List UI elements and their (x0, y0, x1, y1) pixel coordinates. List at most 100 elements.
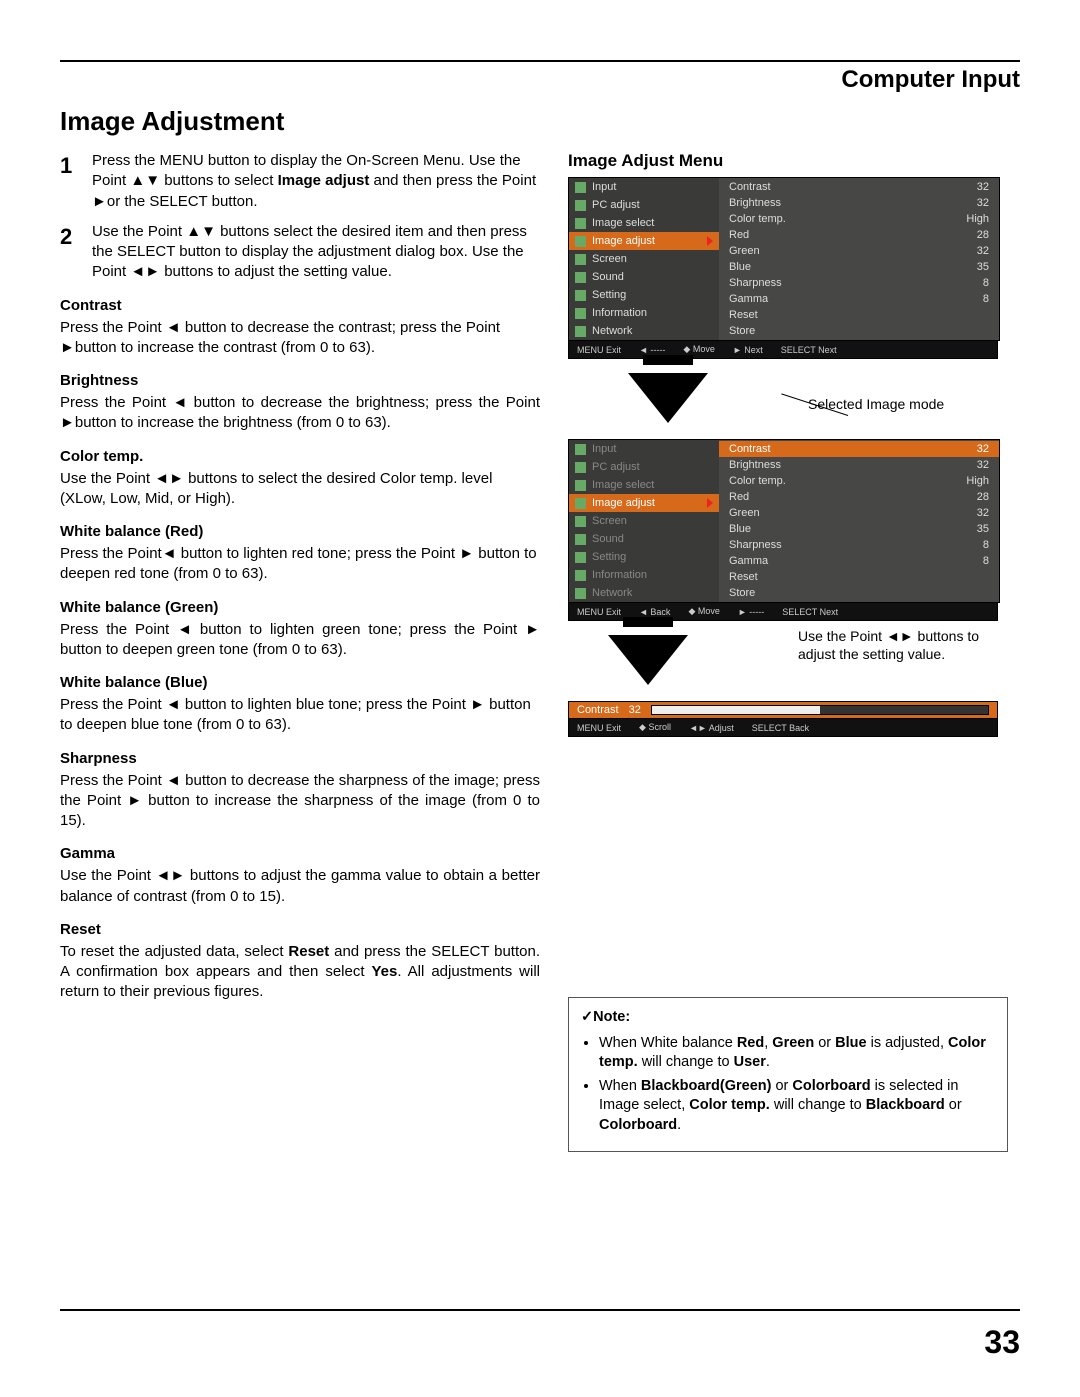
param-key: Brightness (729, 197, 781, 209)
param-row-brightness: Brightness32 (719, 457, 999, 473)
param-row-sharpness: Sharpness8 (719, 275, 999, 291)
step-2: 2 Use the Point ▲▼ buttons select the de… (60, 222, 540, 283)
section-white-balance-red-: White balance (Red)Press the Point◄ butt… (60, 523, 540, 585)
menu-item-label: Information (592, 307, 647, 319)
menu-item-label: Network (592, 325, 632, 337)
image-adjust-icon (575, 236, 586, 247)
menu-item-label: Screen (592, 515, 627, 527)
osd-footer-1: MENU Exit ◄ ----- ◆ Move ► Next SELECT N… (568, 341, 998, 359)
menu-item-network: Network (569, 584, 719, 602)
step-1-bold: Image adjust (278, 172, 370, 189)
param-key: Contrast (729, 443, 771, 455)
section-body: Use the Point ◄► buttons to select the d… (60, 469, 540, 510)
t: When White balance (599, 1035, 737, 1051)
param-key: Color temp. (729, 213, 786, 225)
network-icon (575, 588, 586, 599)
param-key: Color temp. (729, 475, 786, 487)
param-value: 32 (977, 507, 989, 519)
osd-foot-a: ◄ ----- (639, 345, 665, 355)
t: Colorboard (792, 1078, 870, 1094)
section-reset: Reset To reset the adjusted data, select… (60, 921, 540, 1003)
menu-item-screen: Screen (569, 512, 719, 530)
two-column-layout: 1 Press the MENU button to display the O… (60, 151, 1020, 1152)
t: . (766, 1054, 770, 1070)
param-key: Green (729, 507, 760, 519)
osd-foot-b: ◆ Move (683, 344, 714, 355)
param-key: Store (729, 325, 755, 337)
sound-icon (575, 534, 586, 545)
section-gamma: GammaUse the Point ◄► buttons to adjust … (60, 845, 540, 907)
arrow-down-icon (628, 373, 708, 423)
menu-item-input: Input (569, 178, 719, 196)
param-key: Reset (729, 571, 758, 583)
note-heading: ✓Note: (581, 1008, 995, 1028)
image-adjust-icon (575, 498, 586, 509)
param-key: Contrast (729, 181, 771, 193)
param-row-brightness: Brightness 32 (719, 195, 999, 211)
param-value: 32 (977, 197, 989, 209)
osd-foot-c: ► ----- (738, 607, 764, 617)
screen-icon (575, 254, 586, 265)
param-key: Reset (729, 309, 758, 321)
menu-item-pc-adjust: PC adjust (569, 196, 719, 214)
information-icon (575, 308, 586, 319)
param-row-color-temp-: Color temp. High (719, 211, 999, 227)
callout-use-point: Use the Point ◄► buttons to adjust the s… (798, 627, 998, 663)
section-body: Press the Point ◄ button to lighten blue… (60, 695, 540, 736)
param-row-reset: Reset (719, 307, 999, 323)
osd-foot-exit: MENU Exit (577, 345, 621, 355)
param-value: 28 (977, 491, 989, 503)
section-body: Press the Point ◄ button to decrease the… (60, 318, 540, 359)
param-key: Blue (729, 523, 751, 535)
section-body: To reset the adjusted data, select Reset… (60, 942, 540, 1003)
slider-foot-exit: MENU Exit (577, 723, 621, 733)
note-box: ✓Note: When White balance Red, Green or … (568, 997, 1008, 1152)
menu-item-label: Setting (592, 289, 626, 301)
menu-item-label: Network (592, 587, 632, 599)
param-value: High (966, 213, 989, 225)
param-key: Red (729, 491, 749, 503)
t: Blackboard(Green) (641, 1078, 772, 1094)
slider-foot-a: ◆ Scroll (639, 722, 671, 733)
section-contrast: Contrast Press the Point ◄ button to decr… (60, 297, 540, 359)
step-number: 2 (60, 222, 82, 283)
menu-item-pc-adjust: PC adjust (569, 458, 719, 476)
menu-item-information: Information (569, 304, 719, 322)
t: Blackboard (866, 1097, 945, 1113)
param-key: Gamma (729, 293, 768, 305)
note-item-1: When White balance Red, Green or Blue is… (599, 1034, 995, 1073)
param-row-red: Red 28 (719, 489, 999, 505)
slider-label: Contrast (577, 704, 619, 716)
reset-a: To reset the adjusted data, select (60, 943, 288, 960)
param-value: 8 (983, 539, 989, 551)
param-row-store: Store (719, 323, 999, 339)
t: . (677, 1117, 681, 1133)
osd-slider: Contrast 32 MENU Exit ◆ Scroll ◄► Adjust… (568, 701, 998, 737)
slider-foot-c: SELECT Back (752, 723, 809, 733)
t: will change to (770, 1097, 866, 1113)
param-key: Sharpness (729, 277, 782, 289)
osd-foot-c: ► Next (733, 345, 763, 355)
osd-foot-d: SELECT Next (781, 345, 837, 355)
param-row-blue: Blue35 (719, 259, 999, 275)
section-heading: Contrast (60, 297, 540, 314)
reset-bold-b: Yes (371, 963, 397, 980)
menu-item-input: Input (569, 440, 719, 458)
osd-foot-d: SELECT Next (782, 607, 838, 617)
param-row-contrast: Contrast32 (719, 179, 999, 195)
osd-foot-a: ◄ Back (639, 607, 670, 617)
t: or (945, 1097, 962, 1113)
slider-track (651, 705, 989, 715)
information-icon (575, 570, 586, 581)
param-value: 32 (977, 459, 989, 471)
slider-foot-b: ◄► Adjust (689, 723, 734, 733)
t: Blue (835, 1035, 866, 1051)
section-body: Press the Point◄ button to lighten red t… (60, 544, 540, 585)
chevron-right-icon (707, 236, 713, 246)
step-1: 1 Press the MENU button to display the O… (60, 151, 540, 212)
param-value: 32 (977, 245, 989, 257)
param-row-green: Green32 (719, 243, 999, 259)
page-title: Image Adjustment (60, 106, 1020, 137)
menu-item-information: Information (569, 566, 719, 584)
menu-item-label: PC adjust (592, 199, 640, 211)
